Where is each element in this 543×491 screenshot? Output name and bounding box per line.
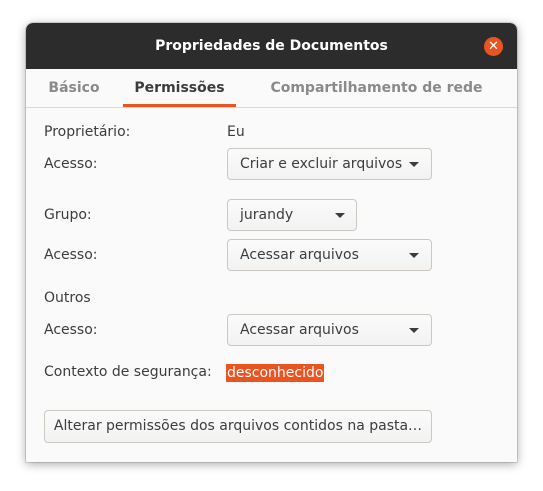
group-access-dropdown[interactable]: Acessar arquivos [227,239,432,271]
owner-access-label: Acesso: [44,156,98,172]
group-label: Grupo: [44,207,92,223]
security-context-value: desconhecido [226,364,325,382]
owner-access-dropdown[interactable]: Criar e excluir arquivos [227,148,432,180]
others-label: Outros [44,290,91,306]
tab-bar: Básico Permissões Compartilhamento de re… [26,69,517,134]
others-access-value: Acessar arquivos [240,322,359,338]
window-title: Propriedades de Documentos [155,38,388,54]
close-button[interactable]: ✕ [484,37,503,56]
group-access-label: Acesso: [44,247,98,263]
others-access-label: Acesso: [44,322,98,338]
chevron-down-icon [409,253,419,258]
group-access-value: Acessar arquivos [240,247,359,263]
security-context-label: Contexto de segurança: [44,364,212,380]
owner-value: Eu [227,124,245,140]
permissions-panel: Proprietário: Eu Acesso: Criar e excluir… [26,108,517,462]
owner-label: Proprietário: [44,124,131,140]
others-access-dropdown[interactable]: Acessar arquivos [227,314,432,346]
tab-compartilhamento[interactable]: Compartilhamento de rede local [254,69,499,134]
close-icon: ✕ [488,39,499,54]
owner-access-value: Criar e excluir arquivos [240,156,403,172]
properties-dialog: Propriedades de Documentos ✕ Básico Perm… [26,23,517,462]
tab-permissoes[interactable]: Permissões [123,69,236,107]
chevron-down-icon [409,162,419,167]
titlebar: Propriedades de Documentos ✕ [26,23,517,69]
group-value: jurandy [240,207,294,223]
change-permissions-button[interactable]: Alterar permissões dos arquivos contidos… [44,410,432,443]
chevron-down-icon [409,328,419,333]
tab-basico[interactable]: Básico [44,69,104,107]
chevron-down-icon [335,213,345,218]
group-dropdown[interactable]: jurandy [227,199,357,231]
